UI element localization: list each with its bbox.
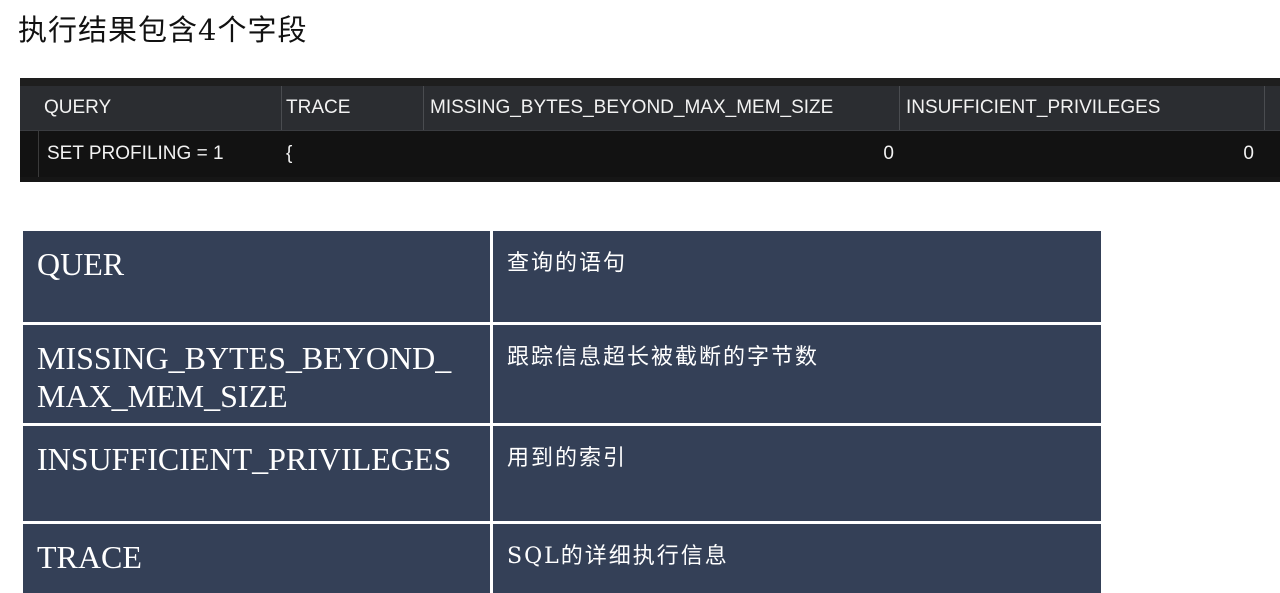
field-description: 查询的语句 — [490, 228, 1104, 325]
cell-insufficient-privileges[interactable]: 0 — [900, 131, 1260, 177]
field-description-table: QUER 查询的语句 MISSING_BYTES_BEYOND_MAX_MEM_… — [20, 228, 1104, 593]
query-result-grid: QUERY TRACE MISSING_BYTES_BEYOND_MAX_MEM… — [20, 78, 1280, 182]
cell-query[interactable]: SET PROFILING = 1 — [38, 131, 282, 177]
table-row: TRACE SQL的详细执行信息 — [20, 521, 1104, 593]
field-name: INSUFFICIENT_PRIVILEGES — [20, 423, 493, 524]
table-row: MISSING_BYTES_BEYOND_MAX_MEM_SIZE 跟踪信息超长… — [20, 322, 1104, 426]
field-name: MISSING_BYTES_BEYOND_MAX_MEM_SIZE — [20, 322, 493, 426]
field-description: SQL的详细执行信息 — [490, 521, 1104, 593]
cell-trace[interactable]: { — [282, 131, 424, 177]
column-header-trace[interactable]: TRACE — [282, 86, 424, 130]
field-name: TRACE — [20, 521, 493, 593]
cell-missing-bytes[interactable]: 0 — [424, 131, 900, 177]
grid-toolbar-strip — [20, 78, 1280, 86]
field-description: 跟踪信息超长被截断的字节数 — [490, 322, 1104, 426]
column-header-insufficient-privileges[interactable]: INSUFFICIENT_PRIVILEGES — [900, 86, 1265, 130]
table-row: INSUFFICIENT_PRIVILEGES 用到的索引 — [20, 423, 1104, 524]
table-row: QUER 查询的语句 — [20, 228, 1104, 325]
grid-header-row: QUERY TRACE MISSING_BYTES_BEYOND_MAX_MEM… — [20, 86, 1280, 131]
field-name: QUER — [20, 228, 493, 325]
field-description: 用到的索引 — [490, 423, 1104, 524]
page-heading: 执行结果包含4个字段 — [18, 13, 308, 47]
column-header-query[interactable]: QUERY — [20, 86, 282, 130]
column-header-missing-bytes[interactable]: MISSING_BYTES_BEYOND_MAX_MEM_SIZE — [424, 86, 900, 130]
table-row[interactable]: SET PROFILING = 1 { 0 0 — [20, 131, 1280, 177]
